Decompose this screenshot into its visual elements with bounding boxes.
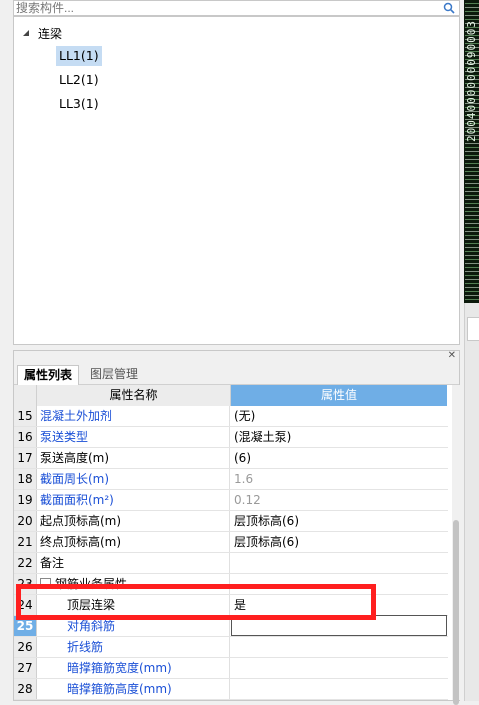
highlight-annotation-box bbox=[16, 584, 376, 620]
table-row[interactable]: 17 泵送高度(m) (6) bbox=[14, 448, 448, 469]
scrollbar-thumb[interactable] bbox=[453, 520, 459, 705]
table-row[interactable]: 21 终点顶标高(m) 层顶标高(6) bbox=[14, 532, 448, 553]
property-name: 暗撑箍筋高度(mm) bbox=[37, 679, 230, 699]
property-name: 泵送类型 bbox=[37, 427, 230, 447]
property-name: 终点顶标高(m) bbox=[37, 532, 230, 552]
row-number: 22 bbox=[14, 553, 37, 573]
table-row[interactable]: 18 截面周长(m) 1.6 bbox=[14, 469, 448, 490]
table-row[interactable]: 28 暗撑箍筋高度(mm) bbox=[14, 679, 448, 700]
tree-item-ll3[interactable]: LL3(1) bbox=[56, 94, 102, 114]
expand-triangle-icon[interactable] bbox=[22, 29, 30, 37]
property-name: 泵送高度(m) bbox=[37, 448, 230, 468]
property-value[interactable]: 层顶标高(6) bbox=[231, 532, 447, 552]
drawing-viewport-edge: 2004000000090003 bbox=[464, 0, 479, 303]
property-value[interactable]: (混凝土泵) bbox=[231, 427, 447, 447]
tree-node-label: 连梁 bbox=[38, 26, 63, 41]
header-property-value: 属性值 bbox=[231, 385, 447, 406]
property-name: 混凝土外加剂 bbox=[37, 406, 230, 426]
tree-item-ll1[interactable]: LL1(1) bbox=[56, 46, 102, 66]
property-value: 0.12 bbox=[234, 493, 261, 507]
close-icon[interactable]: ✕ bbox=[448, 349, 456, 363]
table-row[interactable]: 15 混凝土外加剂 (无) bbox=[14, 406, 448, 427]
row-number: 16 bbox=[14, 427, 37, 447]
row-number: 19 bbox=[14, 490, 37, 510]
table-row[interactable]: 27 暗撑箍筋宽度(mm) bbox=[14, 658, 448, 679]
properties-panel: ✕ 属性列表 图层管理 属性名称 属性值 15 混凝土外加剂 (无) 16 泵送… bbox=[13, 349, 460, 705]
table-row[interactable]: 19 截面面积(m²) 0.12 bbox=[14, 490, 448, 511]
property-value[interactable] bbox=[231, 637, 447, 657]
property-value[interactable]: (无) bbox=[231, 406, 447, 426]
search-box[interactable] bbox=[13, 0, 460, 16]
property-name: 折线筋 bbox=[37, 637, 230, 657]
row-number: 27 bbox=[14, 658, 37, 678]
property-name: 起点顶标高(m) bbox=[37, 511, 230, 531]
row-number: 17 bbox=[14, 448, 37, 468]
row-number: 18 bbox=[14, 469, 37, 489]
row-number: 28 bbox=[14, 679, 37, 699]
row-number: 20 bbox=[14, 511, 37, 531]
search-icon[interactable] bbox=[443, 2, 455, 14]
vertical-scrollbar[interactable] bbox=[452, 385, 460, 705]
property-name: 截面面积(m²) bbox=[37, 490, 230, 510]
property-value[interactable] bbox=[231, 658, 447, 678]
side-dock bbox=[464, 303, 479, 701]
property-value: 1.6 bbox=[234, 472, 254, 486]
table-row[interactable]: 22 备注 bbox=[14, 553, 448, 574]
panel-tabs: 属性列表 图层管理 bbox=[14, 363, 459, 385]
drawing-text: 2004000000090003 bbox=[465, 20, 478, 142]
property-value[interactable]: (6) bbox=[231, 448, 447, 468]
row-number: 26 bbox=[14, 637, 37, 657]
header-row-number bbox=[14, 385, 37, 406]
property-name: 备注 bbox=[37, 553, 230, 573]
tab-layer-management[interactable]: 图层管理 bbox=[84, 365, 144, 384]
property-name: 截面周长(m) bbox=[37, 469, 230, 489]
tab-property-list[interactable]: 属性列表 bbox=[17, 365, 80, 385]
tree-item-ll2[interactable]: LL2(1) bbox=[56, 70, 102, 90]
table-row[interactable]: 16 泵送类型 (混凝土泵) bbox=[14, 427, 448, 448]
table-row[interactable]: 20 起点顶标高(m) 层顶标高(6) bbox=[14, 511, 448, 532]
property-value[interactable]: 层顶标高(6) bbox=[231, 511, 447, 531]
search-input[interactable] bbox=[16, 1, 436, 15]
component-tree: 连梁 LL1(1) LL2(1) LL3(1) bbox=[13, 16, 460, 345]
row-number: 21 bbox=[14, 532, 37, 552]
dock-tab[interactable] bbox=[467, 317, 479, 341]
tree-node-lianliang[interactable]: 连梁 bbox=[22, 24, 62, 42]
row-number: 15 bbox=[14, 406, 37, 426]
property-name: 暗撑箍筋宽度(mm) bbox=[37, 658, 230, 678]
header-property-name: 属性名称 bbox=[37, 385, 231, 406]
property-value[interactable] bbox=[231, 679, 447, 699]
property-value[interactable] bbox=[231, 553, 447, 573]
table-row[interactable]: 26 折线筋 bbox=[14, 637, 448, 658]
